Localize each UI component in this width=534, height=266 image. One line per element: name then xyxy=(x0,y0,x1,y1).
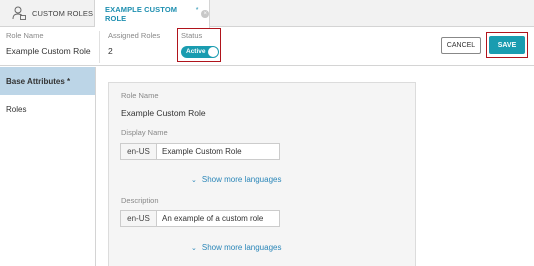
panel-role-name-label: Role Name xyxy=(121,91,159,100)
unsaved-marker: * xyxy=(195,6,199,14)
description-lang: en-US xyxy=(120,210,157,227)
status-toggle-label: Active xyxy=(186,48,206,55)
tab-bar: CUSTOM ROLES EXAMPLE CUSTOM ROLE * × xyxy=(0,0,534,28)
display-name-input[interactable] xyxy=(157,143,280,160)
header-role-name: Role Name Example Custom Role xyxy=(6,31,91,56)
tab-active-label: EXAMPLE CUSTOM ROLE xyxy=(105,5,178,23)
cancel-button[interactable]: CANCEL xyxy=(441,37,481,54)
tab-custom-roles-label: CUSTOM ROLES xyxy=(32,9,94,18)
description-label: Description xyxy=(121,196,159,205)
save-highlight: SAVE xyxy=(486,32,528,58)
status-toggle[interactable]: Active xyxy=(181,46,219,58)
save-button[interactable]: SAVE xyxy=(489,36,525,54)
user-roles-icon xyxy=(12,6,26,22)
sidebar-item-roles[interactable]: Roles xyxy=(0,95,95,123)
attributes-panel: Role Name Example Custom Role Display Na… xyxy=(108,82,416,266)
chevron-down-icon: ⌄ xyxy=(191,176,197,184)
header-status: Status Active xyxy=(177,28,221,62)
show-more-languages-display[interactable]: ⌄ Show more languages xyxy=(191,175,281,184)
tab-custom-roles[interactable]: CUSTOM ROLES xyxy=(0,0,95,27)
sidebar-item-base-attributes[interactable]: Base Attributes * xyxy=(0,67,95,95)
header-assigned-roles: Assigned Roles 2 xyxy=(99,31,160,63)
assigned-roles-label: Assigned Roles xyxy=(108,31,161,40)
tab-example-custom-role[interactable]: EXAMPLE CUSTOM ROLE * × xyxy=(95,0,210,28)
toggle-knob xyxy=(208,47,218,57)
show-more-languages-label: Show more languages xyxy=(201,243,282,252)
display-name-lang: en-US xyxy=(120,143,157,160)
chevron-down-icon: ⌄ xyxy=(191,244,197,252)
display-name-label: Display Name xyxy=(121,128,168,137)
description-input[interactable] xyxy=(157,210,280,227)
show-more-languages-description[interactable]: ⌄ Show more languages xyxy=(191,243,281,252)
status-label: Status xyxy=(181,31,203,40)
show-more-languages-label: Show more languages xyxy=(201,175,282,184)
role-name-label: Role Name xyxy=(6,31,44,40)
sidebar: Base Attributes * Roles xyxy=(0,67,96,266)
role-name-value: Example Custom Role xyxy=(6,46,91,56)
panel-role-name-value: Example Custom Role xyxy=(121,108,206,118)
display-name-row: en-US xyxy=(120,143,280,160)
description-row: en-US xyxy=(120,210,280,227)
close-icon[interactable]: × xyxy=(201,10,209,18)
assigned-roles-value: 2 xyxy=(108,46,113,56)
